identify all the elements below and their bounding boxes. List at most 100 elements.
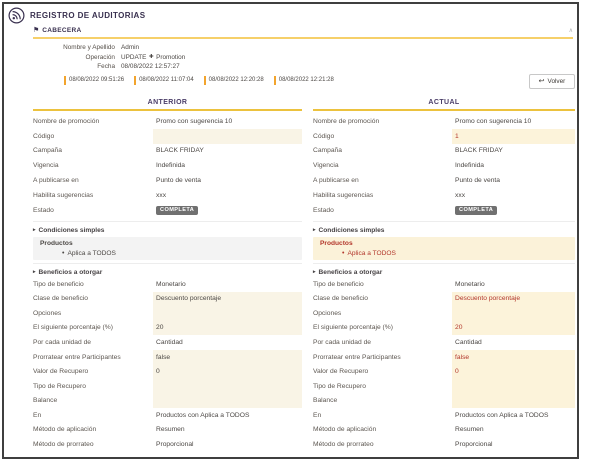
field-label: Estado — [313, 203, 452, 218]
field-value: Punto de venta — [153, 173, 302, 188]
products-title: Productos — [40, 240, 296, 247]
field-row: EnProductos con Aplica a TODOS — [313, 408, 575, 423]
field-label: Clase de beneficio — [313, 292, 452, 307]
field-label: En — [33, 408, 153, 423]
field-row: A publicarse enPunto de venta — [313, 173, 575, 188]
field-value: Monetario — [153, 277, 302, 292]
triangle-right-icon: ▸ — [313, 228, 316, 233]
meta-value: 08/08/2022 12:57:27 — [121, 63, 180, 70]
field-value: xxx — [452, 188, 575, 203]
field-value: 0 — [153, 364, 302, 379]
field-label: Prorratear entre Participantes — [313, 350, 452, 365]
field-label: Código — [313, 129, 452, 144]
field-row: Código1 — [313, 129, 575, 144]
section-beneficios-a-otorgar[interactable]: ▸ Beneficios a otorgar — [33, 263, 302, 277]
field-label: Por cada unidad de — [313, 335, 452, 350]
field-row: Opciones — [33, 306, 302, 321]
field-label: Opciones — [313, 306, 452, 321]
field-label: Método de aplicación — [33, 423, 153, 438]
field-row: Valor de Recupero0 — [33, 364, 302, 379]
field-value: Resumen — [153, 423, 302, 438]
plus-icon: ✚ — [149, 55, 154, 61]
column-underline — [33, 109, 302, 111]
triangle-right-icon: ▸ — [33, 228, 36, 233]
column-title: ACTUAL — [313, 96, 575, 109]
field-label: Método de prorrateo — [313, 437, 452, 452]
field-label: Valor de Recupero — [313, 364, 452, 379]
snapshot-timestamp[interactable]: 08/08/2022 09:51:26 — [64, 76, 124, 85]
cabecera-header: ⚑ CABECERA ∧ — [33, 25, 573, 36]
field-row: CampañaBLACK FRIDAY — [313, 144, 575, 159]
section-label: Beneficios a otorgar — [319, 269, 383, 276]
window-frame: REGISTRO DE AUDITORIAS ⚑ CABECERA ∧ Nomb… — [2, 2, 579, 459]
field-value: false — [452, 350, 575, 365]
field-label: Método de prorrateo — [33, 437, 153, 452]
snapshot-timestamp[interactable]: 08/08/2022 11:07:04 — [134, 76, 194, 85]
fields-bottom: Tipo de beneficioMonetarioClase de benef… — [313, 277, 575, 452]
section-title-cabecera: CABECERA — [42, 27, 81, 34]
field-row: Tipo de beneficioMonetario — [33, 277, 302, 292]
field-value: Descuento porcentaje — [153, 292, 302, 307]
field-value — [153, 393, 302, 408]
field-label: Clase de beneficio — [33, 292, 153, 307]
field-row: Habilita sugerenciasxxx — [313, 188, 575, 203]
section-label: Condiciones simples — [39, 227, 105, 234]
field-label: Método de aplicación — [313, 423, 452, 438]
operation-entity: Promotion — [156, 54, 185, 61]
field-value: Indefinida — [153, 158, 302, 173]
field-row: Por cada unidad deCantidad — [313, 335, 575, 350]
field-label: Nombre de promoción — [313, 114, 452, 129]
field-label: Habilita sugerencias — [313, 188, 452, 203]
cabecera-underline — [33, 37, 573, 39]
field-value: Descuento porcentaje — [452, 292, 575, 307]
snapshot-timestamp[interactable]: 08/08/2022 12:21:28 — [274, 76, 334, 85]
field-value — [452, 379, 575, 394]
back-button[interactable]: ↩ Volver — [529, 74, 575, 89]
field-value: 20 — [452, 321, 575, 336]
field-label: Tipo de Recupero — [33, 379, 153, 394]
meta-label: Fecha — [33, 63, 115, 70]
field-value: xxx — [153, 188, 302, 203]
field-row: Prorratear entre Participantesfalse — [313, 350, 575, 365]
field-row: El siguiente porcentaje (%)20 — [313, 321, 575, 336]
field-row: Tipo de Recupero — [33, 379, 302, 394]
products-item-label: Aplica a TODOS — [67, 250, 116, 257]
bullet-icon: • — [62, 250, 64, 257]
section-condiciones-simples[interactable]: ▸ Condiciones simples — [33, 221, 302, 235]
meta-value: UPDATE ✚ Promotion — [121, 54, 185, 61]
field-value — [452, 306, 575, 321]
field-value: Productos con Aplica a TODOS — [452, 408, 575, 423]
collapse-chevron-icon[interactable]: ∧ — [569, 28, 573, 34]
field-label: Prorratear entre Participantes — [33, 350, 153, 365]
field-label: Valor de Recupero — [33, 364, 153, 379]
field-label: El siguiente porcentaje (%) — [313, 321, 452, 336]
section-beneficios-a-otorgar[interactable]: ▸ Beneficios a otorgar — [313, 263, 575, 277]
field-row: Valor de Recupero0 — [313, 364, 575, 379]
fields-top: Nombre de promociónPromo con sugerencia … — [33, 114, 302, 218]
products-box: Productos • Aplica a TODOS — [313, 237, 575, 261]
column-anterior: ANTERIOR Nombre de promociónPromo con su… — [33, 96, 302, 452]
field-label: En — [313, 408, 452, 423]
field-value: false — [153, 350, 302, 365]
field-row: Código — [33, 129, 302, 144]
meta-label: Operación — [33, 54, 115, 61]
triangle-right-icon: ▸ — [33, 270, 36, 275]
field-row: Método de prorrateoProporcional — [313, 437, 575, 452]
products-item-label: Aplica a TODOS — [347, 250, 396, 257]
field-row: EstadoCOMPLETA — [33, 203, 302, 218]
field-label: El siguiente porcentaje (%) — [33, 321, 153, 336]
field-value: 20 — [153, 321, 302, 336]
app-header: REGISTRO DE AUDITORIAS — [8, 7, 145, 24]
field-row: VigenciaIndefinida — [313, 158, 575, 173]
field-row: Balance — [313, 393, 575, 408]
field-label: Nombre de promoción — [33, 114, 153, 129]
field-row: EnProductos con Aplica a TODOS — [33, 408, 302, 423]
meta-value: Admin — [121, 44, 139, 51]
field-value: Cantidad — [452, 335, 575, 350]
products-title: Productos — [320, 240, 569, 247]
field-row: VigenciaIndefinida — [33, 158, 302, 173]
snapshot-timestamp[interactable]: 08/08/2022 12:20:28 — [204, 76, 264, 85]
field-value — [153, 379, 302, 394]
section-condiciones-simples[interactable]: ▸ Condiciones simples — [313, 221, 575, 235]
field-value: Punto de venta — [452, 173, 575, 188]
